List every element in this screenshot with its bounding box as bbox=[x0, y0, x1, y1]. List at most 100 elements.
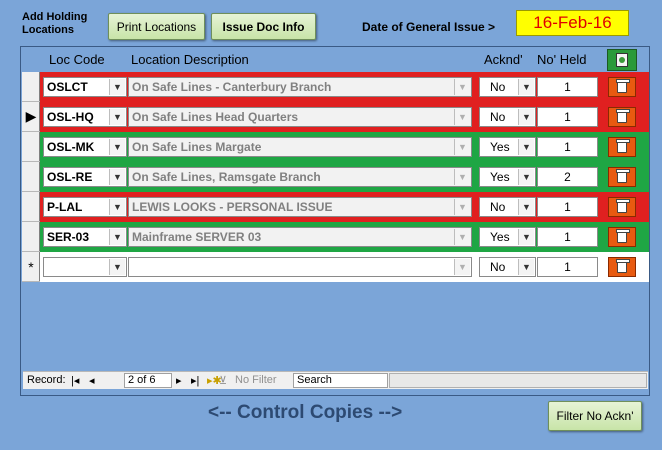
trash-icon bbox=[616, 79, 630, 93]
next-record-button[interactable]: ▸ bbox=[176, 374, 182, 387]
location-description-combo[interactable]: On Safe Lines - Canterbury Branch ▼ bbox=[128, 77, 472, 97]
chevron-down-icon[interactable]: ▼ bbox=[109, 169, 125, 185]
record-selector[interactable] bbox=[22, 132, 40, 162]
location-row: OSL-MK ▼ On Safe Lines Margate ▼ Yes ▼ 1 bbox=[40, 132, 649, 162]
header-document-button[interactable] bbox=[607, 49, 637, 71]
loc-code-combo[interactable]: OSLCT ▼ bbox=[43, 77, 127, 97]
chevron-down-icon[interactable]: ▼ bbox=[109, 199, 125, 215]
acknd-combo[interactable]: Yes ▼ bbox=[479, 227, 536, 247]
current-record-field[interactable]: 2 of 6 bbox=[124, 373, 172, 388]
loc-code-combo[interactable]: OSL-HQ ▼ bbox=[43, 107, 127, 127]
horizontal-scrollbar[interactable] bbox=[389, 373, 647, 388]
delete-row-button[interactable] bbox=[608, 227, 636, 247]
location-description-combo[interactable]: ▼ bbox=[128, 257, 472, 277]
issue-doc-info-button[interactable]: Issue Doc Info bbox=[211, 13, 316, 40]
loc-code-value: SER-03 bbox=[47, 230, 90, 244]
no-held-field[interactable]: 1 bbox=[537, 227, 598, 247]
no-held-field[interactable]: 1 bbox=[537, 197, 598, 217]
chevron-down-icon[interactable]: ▼ bbox=[454, 199, 470, 215]
chevron-down-icon[interactable]: ▼ bbox=[454, 79, 470, 95]
delete-row-button[interactable] bbox=[608, 197, 636, 217]
loc-code-value: OSL-RE bbox=[47, 170, 93, 184]
acknd-value: No bbox=[490, 260, 506, 274]
acknd-combo[interactable]: No ▼ bbox=[479, 197, 536, 217]
chevron-down-icon[interactable]: ▼ bbox=[109, 79, 125, 95]
chevron-down-icon[interactable]: ▼ bbox=[518, 169, 534, 185]
search-field[interactable]: Search bbox=[293, 373, 388, 388]
trash-icon bbox=[616, 109, 630, 123]
chevron-down-icon[interactable]: ▼ bbox=[454, 259, 470, 275]
loc-code-value: P-LAL bbox=[47, 200, 83, 214]
acknd-combo[interactable]: No ▼ bbox=[479, 77, 536, 97]
filter-icon[interactable]: ⊻ bbox=[219, 374, 227, 387]
chevron-down-icon[interactable]: ▼ bbox=[109, 109, 125, 125]
chevron-down-icon[interactable]: ▼ bbox=[454, 139, 470, 155]
chevron-down-icon[interactable]: ▼ bbox=[518, 259, 534, 275]
no-filter-indicator[interactable]: No Filter bbox=[235, 374, 277, 386]
delete-row-button[interactable] bbox=[608, 137, 636, 157]
chevron-down-icon[interactable]: ▼ bbox=[454, 169, 470, 185]
chevron-down-icon[interactable]: ▼ bbox=[518, 229, 534, 245]
chevron-down-icon[interactable]: ▼ bbox=[109, 259, 125, 275]
trash-icon bbox=[616, 169, 630, 183]
location-description-combo[interactable]: LEWIS LOOKS - PERSONAL ISSUE ▼ bbox=[128, 197, 472, 217]
chevron-down-icon[interactable]: ▼ bbox=[518, 79, 534, 95]
record-selector-new[interactable]: * bbox=[22, 252, 40, 282]
acknd-value: No bbox=[490, 110, 506, 124]
chevron-down-icon[interactable]: ▼ bbox=[109, 229, 125, 245]
delete-row-button[interactable] bbox=[608, 167, 636, 187]
no-held-field[interactable]: 1 bbox=[537, 77, 598, 97]
acknd-combo[interactable]: Yes ▼ bbox=[479, 137, 536, 157]
first-record-button[interactable]: |◂ bbox=[71, 374, 79, 387]
location-description-value: LEWIS LOOKS - PERSONAL ISSUE bbox=[132, 200, 333, 214]
loc-code-value: OSL-HQ bbox=[47, 110, 94, 124]
loc-code-combo[interactable]: OSL-RE ▼ bbox=[43, 167, 127, 187]
loc-code-combo[interactable]: SER-03 ▼ bbox=[43, 227, 127, 247]
location-row: OSL-HQ ▼ On Safe Lines Head Quarters ▼ No ▼… bbox=[40, 102, 649, 132]
location-description-combo[interactable]: On Safe Lines Margate ▼ bbox=[128, 137, 472, 157]
acknd-value: Yes bbox=[490, 170, 510, 184]
chevron-down-icon[interactable]: ▼ bbox=[518, 109, 534, 125]
last-record-button[interactable]: ▸| bbox=[191, 374, 199, 387]
acknd-combo[interactable]: Yes ▼ bbox=[479, 167, 536, 187]
acknd-combo[interactable]: No ▼ bbox=[479, 257, 536, 277]
chevron-down-icon[interactable]: ▼ bbox=[454, 229, 470, 245]
chevron-down-icon[interactable]: ▼ bbox=[454, 109, 470, 125]
location-description-value: On Safe Lines - Canterbury Branch bbox=[132, 80, 332, 94]
delete-row-button[interactable] bbox=[608, 107, 636, 127]
print-locations-button[interactable]: Print Locations bbox=[108, 13, 205, 40]
no-held-field[interactable]: 1 bbox=[537, 137, 598, 157]
acknd-combo[interactable]: No ▼ bbox=[479, 107, 536, 127]
loc-code-combo[interactable]: ▼ bbox=[43, 257, 127, 277]
date-of-general-issue-value[interactable]: 16-Feb-16 bbox=[516, 10, 629, 36]
delete-row-button[interactable] bbox=[608, 257, 636, 277]
record-navigation-bar: Record: |◂ ◂ 2 of 6 ▸ ▸| ▸✱ ⊻ No Filter … bbox=[23, 371, 648, 389]
record-selector[interactable] bbox=[22, 72, 40, 102]
filter-no-ackn-button[interactable]: Filter No Ackn' bbox=[548, 401, 642, 431]
chevron-down-icon[interactable]: ▼ bbox=[518, 199, 534, 215]
no-held-field[interactable]: 2 bbox=[537, 167, 598, 187]
location-description-combo[interactable]: On Safe Lines Head Quarters ▼ bbox=[128, 107, 472, 127]
location-description-combo[interactable]: Mainframe SERVER 03 ▼ bbox=[128, 227, 472, 247]
column-header-loc-code: Loc Code bbox=[49, 52, 105, 67]
previous-record-button[interactable]: ◂ bbox=[89, 374, 95, 387]
chevron-down-icon[interactable]: ▼ bbox=[518, 139, 534, 155]
location-row: SER-03 ▼ Mainframe SERVER 03 ▼ Yes ▼ 1 bbox=[40, 222, 649, 252]
loc-code-combo[interactable]: OSL-MK ▼ bbox=[43, 137, 127, 157]
no-held-field[interactable]: 1 bbox=[537, 107, 598, 127]
location-description-combo[interactable]: On Safe Lines, Ramsgate Branch ▼ bbox=[128, 167, 472, 187]
column-header-no-held: No' Held bbox=[537, 52, 587, 67]
column-header-location-description: Location Description bbox=[131, 52, 249, 67]
location-description-value: On Safe Lines, Ramsgate Branch bbox=[132, 170, 321, 184]
loc-code-combo[interactable]: P-LAL ▼ bbox=[43, 197, 127, 217]
no-held-field[interactable]: 1 bbox=[537, 257, 598, 277]
trash-icon bbox=[616, 139, 630, 153]
column-header-acknd: Acknd' bbox=[484, 52, 523, 67]
record-selector[interactable] bbox=[22, 162, 40, 192]
delete-row-button[interactable] bbox=[608, 77, 636, 97]
record-selector[interactable] bbox=[22, 222, 40, 252]
record-selector-current[interactable]: ▶ bbox=[22, 102, 40, 132]
chevron-down-icon[interactable]: ▼ bbox=[109, 139, 125, 155]
record-selector[interactable] bbox=[22, 192, 40, 222]
location-row: P-LAL ▼ LEWIS LOOKS - PERSONAL ISSUE ▼ No ▼… bbox=[40, 192, 649, 222]
